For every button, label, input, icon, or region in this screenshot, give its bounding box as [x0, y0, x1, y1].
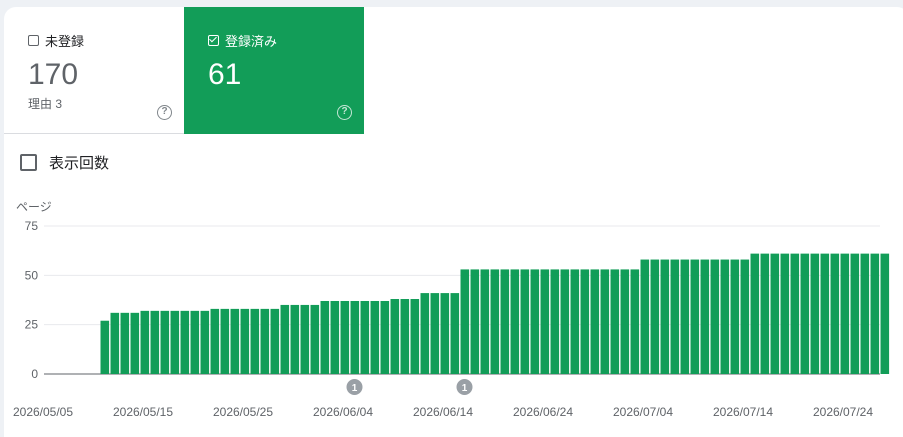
- chart-bar[interactable]: [380, 300, 390, 374]
- chart-bar[interactable]: [450, 293, 460, 374]
- chart-bar[interactable]: [250, 308, 260, 374]
- chart-bar[interactable]: [740, 259, 750, 374]
- chart-bar[interactable]: [800, 253, 810, 374]
- chart-bar[interactable]: [870, 253, 880, 374]
- chart-bar[interactable]: [370, 300, 380, 374]
- y-tick-label: 0: [31, 367, 38, 381]
- chart-bar[interactable]: [410, 299, 420, 374]
- chart-bar[interactable]: [650, 259, 660, 374]
- x-tick-label: 2026/05/25: [213, 405, 273, 419]
- chart-bar[interactable]: [820, 253, 830, 374]
- y-tick-label: 25: [25, 318, 39, 332]
- chart-bar[interactable]: [170, 310, 180, 374]
- chart-bar[interactable]: [620, 269, 630, 374]
- chart-bar[interactable]: [260, 308, 270, 374]
- index-coverage-card: 未登録 170 理由 3 ? 登録済み 61 ? 表示回数 ページ 0 25 50 7…: [4, 7, 903, 437]
- x-tick-label: 2026/05/05: [13, 405, 73, 419]
- chart-bar[interactable]: [520, 269, 530, 374]
- chart-bar[interactable]: [760, 253, 770, 374]
- chart-bar[interactable]: [350, 300, 360, 374]
- chart-bar[interactable]: [540, 269, 550, 374]
- chart-bar[interactable]: [700, 259, 710, 374]
- registered-pages-chart: ページ 0 25 50 75 1 1 2026/05/05 2026/05/15 2026/…: [13, 200, 890, 419]
- annotation-label: 1: [462, 383, 468, 394]
- chart-bar[interactable]: [470, 269, 480, 374]
- chart-bar[interactable]: [240, 308, 250, 374]
- chart-bar[interactable]: [120, 312, 130, 374]
- chart-bar[interactable]: [100, 320, 110, 374]
- chart-bar[interactable]: [770, 253, 780, 374]
- chart-bar[interactable]: [280, 304, 290, 374]
- annotation-label: 1: [352, 383, 358, 394]
- chart-bar[interactable]: [140, 310, 150, 374]
- chart-bar[interactable]: [440, 293, 450, 374]
- chart-bar[interactable]: [600, 269, 610, 374]
- chart-bar[interactable]: [300, 304, 310, 374]
- chart-bar[interactable]: [510, 269, 520, 374]
- chart-bar[interactable]: [720, 259, 730, 374]
- chart-bar[interactable]: [550, 269, 560, 374]
- chart-bar[interactable]: [570, 269, 580, 374]
- chart-bar[interactable]: [430, 293, 440, 374]
- chart-bar[interactable]: [320, 300, 330, 374]
- chart-bar[interactable]: [340, 300, 350, 374]
- chart-bar[interactable]: [630, 269, 640, 374]
- chart-bar[interactable]: [560, 269, 570, 374]
- x-tick-label: 2026/07/04: [613, 405, 673, 419]
- chart-bar[interactable]: [360, 300, 370, 374]
- chart-bar[interactable]: [530, 269, 540, 374]
- x-tick-label: 2026/06/24: [513, 405, 573, 419]
- chart-bar[interactable]: [660, 259, 670, 374]
- chart-bar[interactable]: [390, 299, 400, 374]
- chart-bar[interactable]: [670, 259, 680, 374]
- chart-bar[interactable]: [150, 310, 160, 374]
- chart-bar[interactable]: [590, 269, 600, 374]
- chart-bar[interactable]: [850, 253, 860, 374]
- x-tick-label: 2026/06/14: [413, 405, 473, 419]
- chart-bar[interactable]: [840, 253, 850, 374]
- chart-bar[interactable]: [730, 259, 740, 374]
- chart-bar[interactable]: [810, 253, 820, 374]
- chart-bar[interactable]: [680, 259, 690, 374]
- chart-bar[interactable]: [270, 308, 280, 374]
- chart-bar[interactable]: [640, 259, 650, 374]
- chart-bar[interactable]: [860, 253, 870, 374]
- y-tick-label: 50: [25, 268, 39, 282]
- chart-bar[interactable]: [610, 269, 620, 374]
- chart-bar[interactable]: [780, 253, 790, 374]
- chart-bar[interactable]: [420, 293, 430, 374]
- chart-bar[interactable]: [400, 299, 410, 374]
- y-tick-label: 75: [25, 219, 39, 233]
- x-tick-label: 2026/05/15: [113, 405, 173, 419]
- chart-bar[interactable]: [200, 310, 210, 374]
- chart-bar[interactable]: [290, 304, 300, 374]
- chart-bar[interactable]: [750, 253, 760, 374]
- chart-bar[interactable]: [190, 310, 200, 374]
- chart-bar[interactable]: [500, 269, 510, 374]
- chart-bar[interactable]: [310, 304, 320, 374]
- chart-bar[interactable]: [490, 269, 500, 374]
- x-tick-label: 2026/07/14: [713, 405, 773, 419]
- chart-bar[interactable]: [230, 308, 240, 374]
- chart-bar[interactable]: [480, 269, 490, 374]
- chart-bar[interactable]: [460, 269, 470, 374]
- chart-bar[interactable]: [790, 253, 800, 374]
- chart-bar[interactable]: [220, 308, 230, 374]
- chart-bar[interactable]: [710, 259, 720, 374]
- chart-bar[interactable]: [160, 310, 170, 374]
- chart-bar[interactable]: [330, 300, 340, 374]
- chart-bar[interactable]: [830, 253, 840, 374]
- chart-bar[interactable]: [690, 259, 700, 374]
- y-axis-label: ページ: [16, 200, 52, 214]
- chart-bar[interactable]: [580, 269, 590, 374]
- chart-bar[interactable]: [130, 312, 140, 374]
- x-tick-label: 2026/07/24: [813, 405, 873, 419]
- chart-bar[interactable]: [110, 312, 120, 374]
- x-tick-label: 2026/06/04: [313, 405, 373, 419]
- chart-bar[interactable]: [180, 310, 190, 374]
- chart-bar[interactable]: [880, 253, 890, 374]
- chart-bar[interactable]: [210, 308, 220, 374]
